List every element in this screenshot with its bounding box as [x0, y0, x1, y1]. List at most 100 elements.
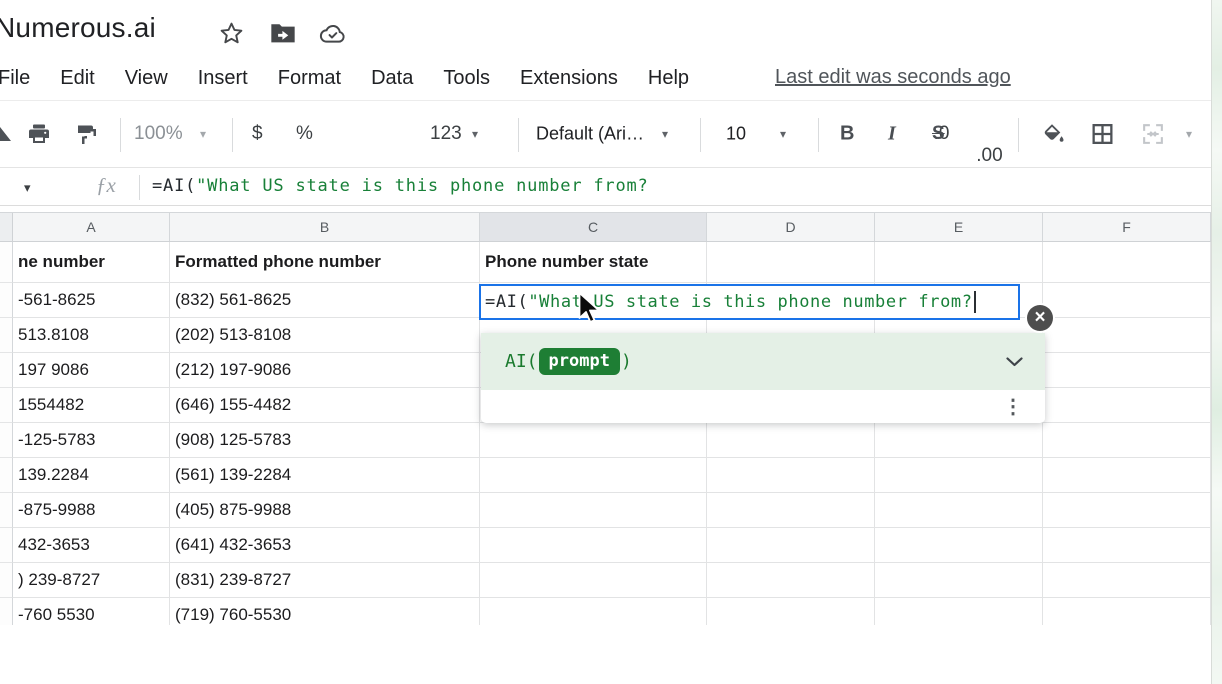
- column-header-D[interactable]: D: [707, 213, 875, 241]
- cell-A7[interactable]: 139.2284: [13, 458, 170, 493]
- cell-C9[interactable]: [480, 528, 707, 563]
- font-size-caret-icon[interactable]: ▾: [780, 127, 786, 141]
- cell-D9[interactable]: [707, 528, 875, 563]
- cell-F9[interactable]: [1043, 528, 1211, 563]
- zoom-select[interactable]: 100%: [134, 123, 183, 145]
- cell-F4[interactable]: [1043, 353, 1211, 388]
- cell-E7[interactable]: [875, 458, 1043, 493]
- cell-E6[interactable]: [875, 423, 1043, 458]
- percent-format-button[interactable]: %: [296, 123, 313, 145]
- cell-A4[interactable]: 197 9086: [13, 353, 170, 388]
- column-header-F[interactable]: F: [1043, 213, 1211, 241]
- menu-help[interactable]: Help: [648, 67, 689, 90]
- fill-color-icon[interactable]: [1040, 122, 1066, 146]
- menu-format[interactable]: Format: [278, 67, 341, 90]
- document-title[interactable]: Numerous.ai: [0, 12, 156, 44]
- cell-F1[interactable]: [1043, 242, 1211, 283]
- cell-B8[interactable]: (405) 875-9988: [170, 493, 480, 528]
- cell-C7[interactable]: [480, 458, 707, 493]
- menu-view[interactable]: View: [125, 67, 168, 90]
- cell-A6[interactable]: -125-5783: [13, 423, 170, 458]
- currency-format-button[interactable]: $: [252, 123, 263, 145]
- cell-F10[interactable]: [1043, 563, 1211, 598]
- cell-B6[interactable]: (908) 125-5783: [170, 423, 480, 458]
- cell-F11[interactable]: [1043, 598, 1211, 625]
- print-icon[interactable]: [26, 122, 52, 146]
- more-formats-button[interactable]: 123: [430, 123, 462, 145]
- cell-D8[interactable]: [707, 493, 875, 528]
- cell-D11[interactable]: [707, 598, 875, 625]
- cell-C6[interactable]: [480, 423, 707, 458]
- bold-button[interactable]: B: [840, 123, 854, 146]
- cell-B4[interactable]: (212) 197-9086: [170, 353, 480, 388]
- cell-F6[interactable]: [1043, 423, 1211, 458]
- cell-A10[interactable]: ) 239-8727: [13, 563, 170, 598]
- cell-B3[interactable]: (202) 513-8108: [170, 318, 480, 353]
- menu-extensions[interactable]: Extensions: [520, 67, 618, 90]
- column-header-E[interactable]: E: [875, 213, 1043, 241]
- paint-format-icon[interactable]: [74, 122, 100, 146]
- formula-input[interactable]: =AI("What US state is this phone number …: [152, 176, 649, 196]
- cell-B2[interactable]: (832) 561-8625: [170, 283, 480, 318]
- cell-D1[interactable]: [707, 242, 875, 283]
- move-folder-icon[interactable]: [268, 18, 298, 48]
- cell-A5[interactable]: 1554482: [13, 388, 170, 423]
- cell-F3[interactable]: [1043, 318, 1211, 353]
- strikethrough-button[interactable]: S: [932, 123, 945, 145]
- cell-A2[interactable]: -561-8625: [13, 283, 170, 318]
- menu-tools[interactable]: Tools: [443, 67, 490, 90]
- font-size-select[interactable]: 10: [726, 124, 746, 145]
- more-formats-caret-icon[interactable]: ▾: [472, 127, 478, 141]
- column-header-B[interactable]: B: [170, 213, 480, 241]
- cell-B7[interactable]: (561) 139-2284: [170, 458, 480, 493]
- font-select[interactable]: Default (Ari…: [536, 124, 644, 145]
- cell-E10[interactable]: [875, 563, 1043, 598]
- column-header-A[interactable]: A: [13, 213, 170, 241]
- cell-B1[interactable]: Formatted phone number: [170, 242, 480, 283]
- cell-F8[interactable]: [1043, 493, 1211, 528]
- cell-B10[interactable]: (831) 239-8727: [170, 563, 480, 598]
- cell-D7[interactable]: [707, 458, 875, 493]
- cell-B9[interactable]: (641) 432-3653: [170, 528, 480, 563]
- cell-A1[interactable]: ne number: [13, 242, 170, 283]
- more-options-icon[interactable]: ⋮: [1003, 397, 1023, 417]
- cell-A9[interactable]: 432-3653: [13, 528, 170, 563]
- column-header-C[interactable]: C: [480, 213, 707, 241]
- function-signature-row[interactable]: AI(prompt): [481, 333, 1045, 390]
- cell-D6[interactable]: [707, 423, 875, 458]
- sheet-row: ne numberFormatted phone numberPhone num…: [0, 242, 1211, 283]
- cell-F2[interactable]: [1043, 283, 1211, 318]
- menu-insert[interactable]: Insert: [198, 67, 248, 90]
- menu-file[interactable]: File: [0, 67, 30, 90]
- cell-D10[interactable]: [707, 563, 875, 598]
- borders-icon[interactable]: [1090, 122, 1115, 147]
- cell-E9[interactable]: [875, 528, 1043, 563]
- cell-E1[interactable]: [875, 242, 1043, 283]
- star-icon[interactable]: [216, 18, 246, 48]
- cell-E8[interactable]: [875, 493, 1043, 528]
- cell-F7[interactable]: [1043, 458, 1211, 493]
- chevron-down-icon[interactable]: [1006, 357, 1023, 367]
- cell-F5[interactable]: [1043, 388, 1211, 423]
- name-box-caret-icon[interactable]: ▾: [24, 180, 31, 196]
- cell-E11[interactable]: [875, 598, 1043, 625]
- increase-decimal-button[interactable]: .00→: [384, 145, 1222, 167]
- cell-B11[interactable]: (719) 760-5530: [170, 598, 480, 625]
- cell-C8[interactable]: [480, 493, 707, 528]
- menu-edit[interactable]: Edit: [60, 67, 94, 90]
- cell-C10[interactable]: [480, 563, 707, 598]
- font-caret-icon[interactable]: ▾: [662, 127, 668, 141]
- close-icon[interactable]: ×: [1027, 305, 1053, 331]
- menu-data[interactable]: Data: [371, 67, 413, 90]
- italic-button[interactable]: I: [888, 123, 896, 146]
- cell-C11[interactable]: [480, 598, 707, 625]
- merge-cells-icon: [1140, 122, 1166, 147]
- zoom-caret-icon[interactable]: ▾: [200, 127, 206, 141]
- cell-C1[interactable]: Phone number state: [480, 242, 707, 283]
- cell-A11[interactable]: -760 5530: [13, 598, 170, 625]
- cell-editor[interactable]: =AI("What US state is this phone number …: [479, 284, 1020, 320]
- cell-A3[interactable]: 513.8108: [13, 318, 170, 353]
- last-edit-status[interactable]: Last edit was seconds ago: [775, 66, 1011, 89]
- cell-B5[interactable]: (646) 155-4482: [170, 388, 480, 423]
- cell-A8[interactable]: -875-9988: [13, 493, 170, 528]
